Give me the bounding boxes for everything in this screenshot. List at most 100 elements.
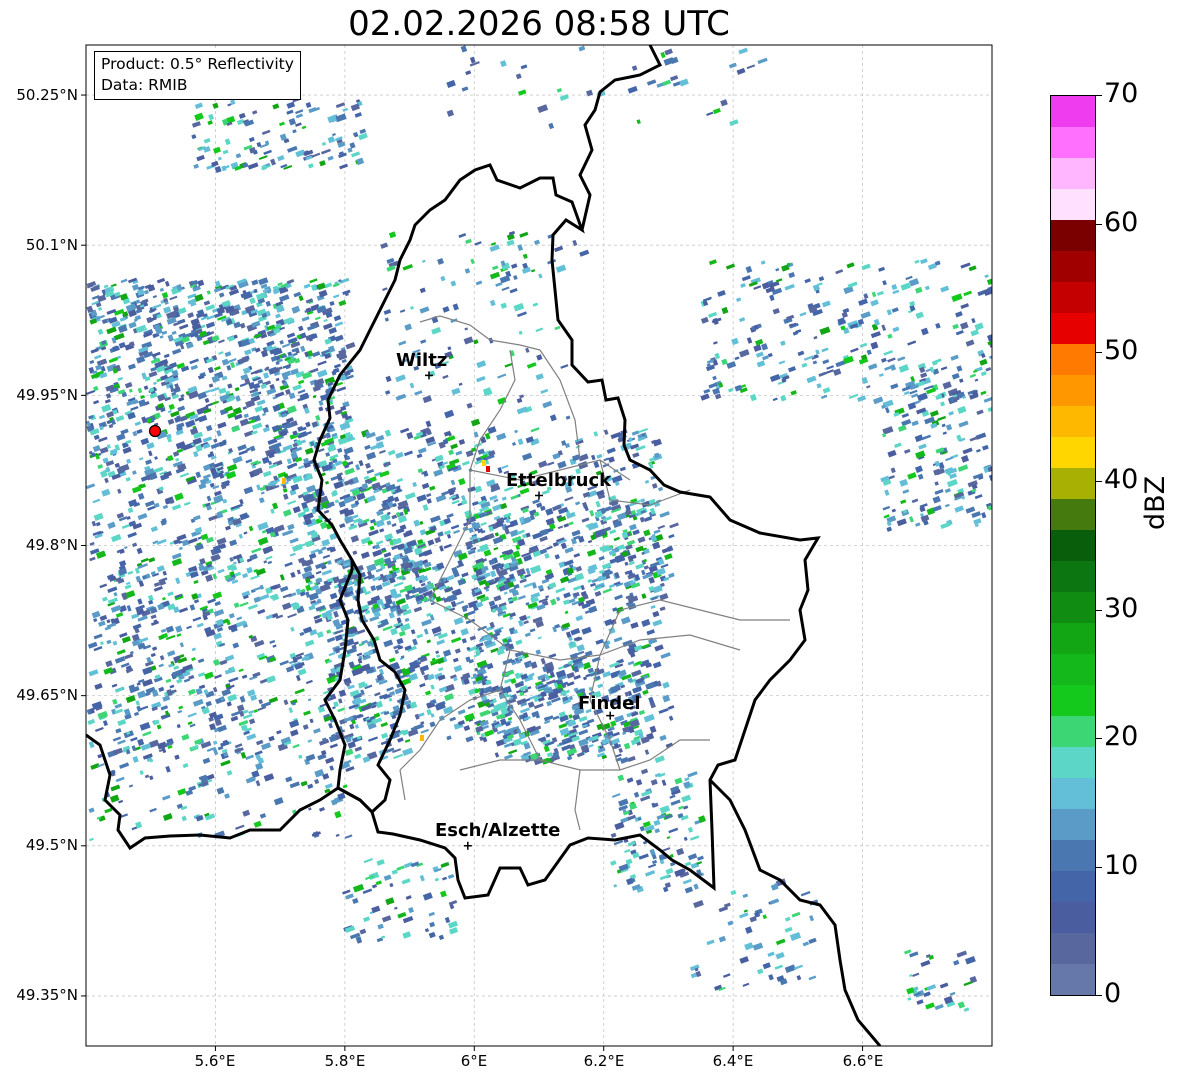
echo-pixel bbox=[374, 692, 381, 697]
echo-pixel bbox=[568, 521, 574, 526]
echo-pixel bbox=[683, 836, 688, 841]
echo-pixel bbox=[658, 707, 669, 714]
echo-pixel bbox=[238, 668, 244, 673]
echo-pixel bbox=[420, 339, 427, 344]
echo-pixel bbox=[205, 424, 213, 432]
echo-pixel bbox=[169, 295, 178, 301]
echo-pixel bbox=[516, 406, 528, 415]
echo-pixel bbox=[962, 447, 973, 455]
echo-pixel bbox=[530, 592, 541, 599]
echo-pixel bbox=[317, 753, 327, 761]
echo-pixel bbox=[353, 641, 359, 646]
echo-pixel bbox=[736, 67, 746, 75]
echo-pixel bbox=[412, 481, 418, 488]
echo-pixel bbox=[632, 529, 640, 536]
echo-pixel bbox=[539, 548, 548, 555]
echo-pixel bbox=[321, 141, 327, 146]
echo-pixel bbox=[435, 650, 440, 655]
echo-pixel bbox=[105, 393, 112, 399]
echo-pixel bbox=[248, 136, 255, 143]
echo-pixel bbox=[327, 136, 336, 144]
echo-pixel bbox=[227, 383, 233, 389]
echo-pixel bbox=[261, 129, 271, 135]
echo-pixel bbox=[426, 498, 432, 504]
echo-pixel bbox=[369, 486, 373, 490]
echo-pixel bbox=[904, 448, 911, 454]
echo-pixel bbox=[929, 410, 939, 417]
echo-pixel bbox=[456, 600, 465, 606]
echo-pixel bbox=[149, 775, 154, 781]
echo-pixel bbox=[492, 536, 504, 545]
echo-pixel bbox=[298, 295, 304, 302]
echo-pixel bbox=[932, 495, 941, 504]
echo-pixel bbox=[741, 275, 751, 282]
echo-pixel bbox=[117, 739, 126, 745]
echo-pixel bbox=[307, 698, 312, 702]
echo-pixel bbox=[361, 639, 369, 645]
echo-pixel bbox=[308, 163, 314, 169]
echo-pixel bbox=[359, 128, 367, 134]
echo-pixel bbox=[290, 483, 300, 492]
echo-pixel bbox=[239, 418, 250, 427]
echo-pixel bbox=[129, 650, 134, 655]
echo-pixel bbox=[440, 890, 447, 898]
echo-pixel bbox=[899, 478, 909, 487]
echo-pixel bbox=[337, 707, 346, 713]
echo-pixel bbox=[780, 395, 787, 402]
echo-pixel bbox=[279, 574, 285, 581]
echo-pixel bbox=[944, 488, 951, 494]
echo-pixel bbox=[169, 684, 175, 689]
echo-pixel bbox=[937, 415, 947, 422]
echo-pixel bbox=[267, 560, 273, 565]
echo-pixel bbox=[659, 511, 670, 518]
echo-pixel bbox=[566, 671, 575, 679]
echo-pixel bbox=[942, 381, 952, 390]
echo-pixel bbox=[903, 391, 910, 396]
echo-pixel bbox=[974, 322, 984, 331]
echo-pixel bbox=[555, 264, 567, 273]
echo-pixel bbox=[901, 418, 912, 427]
echo-pixel bbox=[657, 524, 666, 530]
colorbar-tick-label: 20 bbox=[1104, 721, 1139, 752]
echo-pixel bbox=[890, 383, 899, 390]
echo-pixel bbox=[584, 609, 593, 615]
echo-pixel bbox=[954, 505, 964, 513]
echo-pixel bbox=[354, 724, 360, 729]
echo-pixel bbox=[437, 258, 444, 265]
echo-pixel bbox=[795, 329, 802, 334]
echo-pixel bbox=[208, 383, 214, 388]
echo-pixel bbox=[826, 365, 835, 370]
echo-pixel bbox=[376, 509, 384, 517]
echo-pixel bbox=[92, 445, 101, 453]
echo-pixel bbox=[404, 450, 413, 457]
echo-pixel bbox=[956, 365, 963, 372]
echo-pixel bbox=[350, 535, 360, 543]
colorbar-tick-label: 60 bbox=[1104, 207, 1139, 238]
echo-pixel bbox=[268, 735, 275, 742]
lat-tick-label: 49.35°N bbox=[16, 986, 78, 1004]
echo-pixel bbox=[275, 313, 281, 319]
echo-pixel bbox=[465, 735, 474, 743]
echo-pixel bbox=[443, 543, 452, 549]
echo-pixel bbox=[95, 364, 103, 371]
echo-pixel bbox=[700, 393, 710, 401]
radar-map bbox=[81, 44, 993, 1051]
echo-pixel bbox=[165, 765, 171, 773]
echo-pixel bbox=[446, 533, 452, 539]
echo-pixel bbox=[638, 427, 649, 434]
echo-pixel bbox=[385, 375, 392, 383]
echo-pixel bbox=[606, 447, 616, 454]
echo-pixel bbox=[202, 436, 213, 443]
echo-pixel bbox=[635, 779, 643, 786]
echo-pixel bbox=[439, 545, 444, 552]
echo-pixel bbox=[452, 657, 459, 663]
echo-pixel bbox=[920, 327, 929, 336]
echo-pixel bbox=[762, 914, 768, 920]
echo-pixel bbox=[753, 344, 762, 352]
echo-pixel bbox=[221, 688, 232, 697]
echo-pixel bbox=[436, 654, 441, 659]
echo-pixel bbox=[242, 406, 247, 410]
echo-pixel bbox=[925, 1002, 935, 1010]
echo-pixel bbox=[682, 878, 692, 885]
echo-pixel bbox=[89, 359, 95, 365]
